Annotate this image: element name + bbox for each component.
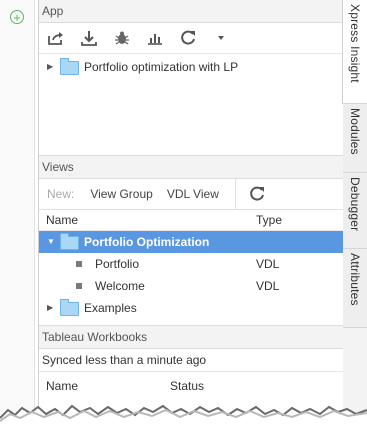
plus-circle-icon[interactable]: + [10, 10, 24, 24]
sync-status: Synced less than a minute ago [39, 349, 344, 372]
bug-icon[interactable] [111, 27, 133, 49]
tree-item-examples[interactable]: ▶ Examples [39, 297, 344, 319]
vdl-view-button[interactable]: VDL View [167, 187, 219, 201]
tab-label: Attributes [348, 253, 362, 306]
tableau-column-header: Name Status [39, 376, 344, 396]
tree-item-label: Portfolio [95, 257, 140, 271]
new-label: New: [47, 187, 75, 201]
torn-edge [0, 404, 367, 431]
app-section-header: App [39, 0, 344, 23]
tab-label: Xpress Insight [348, 4, 362, 83]
chevron-down-icon[interactable]: ▼ [47, 231, 55, 246]
toolbar-divider [234, 179, 236, 209]
views-section-header: Views [39, 156, 344, 179]
folder-icon [60, 233, 79, 250]
dropdown-caret-icon[interactable] [210, 27, 232, 49]
tree-item-label: Portfolio optimization with LP [84, 60, 239, 74]
views-tree: ▼ Portfolio Optimization Portfolio VDL W… [39, 231, 344, 319]
chevron-right-icon[interactable]: ▶ [47, 56, 55, 71]
tab-modules[interactable]: Modules [343, 104, 367, 173]
folder-icon [60, 58, 79, 75]
refresh-icon[interactable] [177, 27, 199, 49]
tab-label: Debugger [348, 177, 362, 232]
tree-item-label: Portfolio Optimization [84, 235, 210, 249]
column-name[interactable]: Name [46, 210, 78, 230]
view-group-button[interactable]: View Group [90, 187, 152, 201]
tree-item-portfolio[interactable]: Portfolio VDL [39, 253, 344, 275]
view-bullet-icon [76, 261, 82, 267]
tree-item-welcome[interactable]: Welcome VDL [39, 275, 344, 297]
column-status[interactable]: Status [170, 376, 204, 396]
tab-xpress-insight[interactable]: Xpress Insight [342, 0, 367, 104]
views-column-header: Name Type [39, 210, 344, 231]
refresh-views-icon[interactable] [246, 183, 268, 205]
folder-icon [60, 299, 79, 316]
download-icon[interactable] [78, 27, 100, 49]
tree-item-label: Welcome [95, 279, 145, 293]
tree-item-portfolio-optimization-with-lp[interactable]: ▶ Portfolio optimization with LP [39, 56, 344, 78]
view-bullet-icon [76, 283, 82, 289]
tab-attributes[interactable]: Attributes [343, 249, 367, 328]
export-icon[interactable] [45, 27, 67, 49]
column-name[interactable]: Name [46, 376, 78, 396]
main-panel: App ▶ Portfolio optimization with LP Vie… [38, 0, 345, 415]
tab-label: Modules [348, 108, 362, 155]
bar-chart-icon[interactable] [144, 27, 166, 49]
tree-item-label: Examples [84, 301, 137, 315]
tree-item-type: VDL [256, 279, 280, 293]
views-toolbar: New: View Group VDL View [39, 179, 344, 210]
chevron-right-icon[interactable]: ▶ [47, 297, 55, 312]
tree-item-portfolio-optimization[interactable]: ▼ Portfolio Optimization [39, 231, 344, 253]
tree-item-type: VDL [256, 257, 280, 271]
side-tab-strip: Xpress Insight Modules Debugger Attribut… [342, 0, 367, 431]
column-type[interactable]: Type [256, 210, 282, 230]
left-gutter: + [0, 0, 35, 415]
app-toolbar [39, 23, 344, 54]
tableau-section-header: Tableau Workbooks [39, 325, 344, 349]
app-tree: ▶ Portfolio optimization with LP [39, 56, 344, 156]
tab-debugger[interactable]: Debugger [343, 173, 367, 249]
